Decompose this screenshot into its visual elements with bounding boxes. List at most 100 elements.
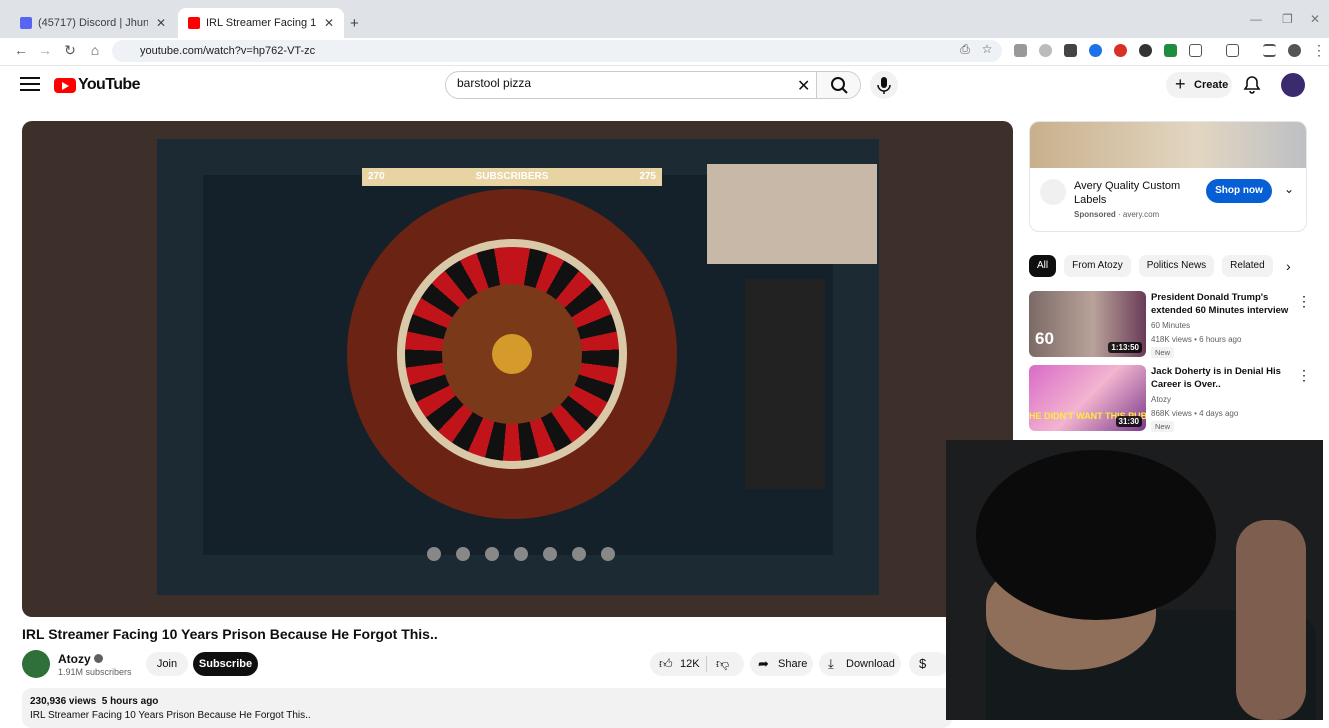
youtube-header: YouTube ✕ Create: [6, 66, 1323, 106]
chip-icon: [601, 547, 615, 561]
video-duration: 1:13:50: [1108, 342, 1142, 353]
overlay-person-hair: [976, 450, 1216, 620]
extension-icon[interactable]: [1114, 44, 1127, 57]
tab-discord[interactable]: (45717) Discord | Jhunter, R... ✕: [10, 8, 176, 38]
chip-politics-news[interactable]: Politics News: [1138, 255, 1215, 277]
chip-icon: [543, 547, 557, 561]
tab-label: (45717) Discord | Jhunter, R...: [38, 17, 148, 29]
tab-youtube[interactable]: IRL Streamer Facing 10 Years Pri... ✕: [178, 8, 345, 38]
roulette-hub: [492, 334, 532, 374]
description-box[interactable]: 230,936 views 5 hours ago IRL Streamer F…: [22, 688, 952, 728]
profile-avatar[interactable]: [1288, 44, 1301, 57]
create-button[interactable]: Create: [1166, 71, 1232, 98]
reload-icon[interactable]: ↻: [60, 42, 80, 59]
notifications-bell-icon[interactable]: [1242, 75, 1262, 95]
recommended-video[interactable]: 60 1:13:50 President Donald Trump's exte…: [1029, 291, 1319, 359]
overlay-person-arm: [1236, 520, 1306, 720]
restore-icon[interactable]: ❐: [1282, 12, 1293, 26]
minimize-icon[interactable]: —: [1250, 12, 1262, 26]
share-button[interactable]: ➦ Share: [750, 652, 813, 676]
chip-from-atozy[interactable]: From Atozy: [1064, 255, 1131, 277]
shield-icon[interactable]: [1139, 44, 1152, 57]
ad-title: Avery Quality Custom Labels: [1074, 180, 1181, 206]
back-icon[interactable]: ←: [11, 42, 31, 58]
video-player[interactable]: 270 SUBSCRIBERS 275: [22, 121, 1013, 617]
like-count[interactable]: 12K: [680, 652, 700, 676]
search-input[interactable]: [457, 76, 787, 90]
avery-logo: [1040, 179, 1066, 205]
home-icon[interactable]: ⌂: [85, 42, 105, 58]
download-button[interactable]: ⤓ Download: [819, 652, 901, 676]
voice-search-button[interactable]: [870, 71, 898, 99]
recommended-video[interactable]: HE DIDN'T WANT THIS PUBLIC 31:30 Jack Do…: [1029, 365, 1319, 433]
more-options-icon[interactable]: ⋮: [1297, 367, 1311, 384]
chip-icon: [485, 547, 499, 561]
url-text: youtube.com/watch?v=hp762-VT-zc: [140, 45, 316, 57]
video-stats: 418K views • 6 hours ago: [1151, 335, 1242, 344]
chip-all[interactable]: All: [1029, 255, 1057, 277]
subscriber-bar-label: SUBSCRIBERS: [475, 171, 549, 182]
forward-icon[interactable]: →: [35, 42, 55, 58]
sponsored-label: Sponsored: [1074, 210, 1116, 219]
bookmark-star-icon[interactable]: ☆: [977, 42, 997, 56]
chip-icon: [456, 547, 470, 561]
upload-age: 5 hours ago: [101, 696, 159, 707]
close-icon[interactable]: ✕: [156, 16, 166, 30]
more-options-icon[interactable]: ⋮: [1297, 293, 1311, 310]
verified-icon: [93, 654, 103, 663]
address-bar[interactable]: youtube.com/watch?v=hp762-VT-zc: [112, 40, 1002, 62]
streamer-webcam: [707, 164, 877, 264]
video-thumbnail[interactable]: 60 1:13:50: [1029, 291, 1146, 357]
close-icon[interactable]: ✕: [324, 16, 334, 30]
shop-now-button[interactable]: Shop now: [1206, 179, 1272, 203]
tab-label: IRL Streamer Facing 10 Years Pri...: [206, 17, 316, 29]
extension-icon[interactable]: [1014, 44, 1027, 57]
ad-sponsor-line: Sponsored · avery.com: [1074, 210, 1160, 219]
like-icon[interactable]: 👍︎: [659, 652, 673, 676]
extension-icon[interactable]: [1164, 44, 1177, 57]
install-icon[interactable]: ⎙: [955, 42, 975, 57]
extension-icon[interactable]: [1039, 44, 1052, 57]
hamburger-menu-icon[interactable]: [20, 77, 40, 95]
video-title: IRL Streamer Facing 10 Years Prison Beca…: [22, 626, 438, 642]
like-dislike-group: 👍︎ 12K 👎︎: [650, 652, 744, 676]
search-button[interactable]: [816, 72, 860, 98]
video-title-link[interactable]: President Donald Trump's extended 60 Min…: [1151, 291, 1291, 317]
side-panel-icon[interactable]: [1226, 44, 1239, 57]
youtube-play-icon: [54, 77, 76, 93]
extension-icon[interactable]: [1064, 44, 1077, 57]
search-box: ✕: [445, 71, 861, 99]
youtube-logo[interactable]: YouTube: [54, 76, 140, 94]
ad-domain: avery.com: [1122, 210, 1160, 219]
extension-icon[interactable]: [1089, 44, 1102, 57]
download-icon: ⤓: [828, 656, 834, 671]
clear-search-icon[interactable]: ✕: [797, 76, 810, 96]
chevron-down-icon[interactable]: ⌄: [1284, 182, 1294, 196]
video-thumbnail[interactable]: HE DIDN'T WANT THIS PUBLIC 31:30: [1029, 365, 1146, 431]
sponsored-ad-card[interactable]: Avery Quality Custom Labels Sponsored · …: [1029, 121, 1307, 232]
chip-icon: [427, 547, 441, 561]
media-icon[interactable]: [1263, 44, 1276, 57]
share-label: Share: [778, 658, 808, 670]
new-tab-button[interactable]: +: [340, 8, 369, 38]
kebab-menu-icon[interactable]: ⋮: [1309, 42, 1329, 59]
thanks-button[interactable]: $: [909, 652, 949, 676]
channel-name: Atozy: [58, 652, 91, 666]
channel-name-link[interactable]: Atozy: [58, 652, 103, 666]
subscriber-count: 1.91M subscribers: [58, 667, 132, 677]
chip-related[interactable]: Related: [1222, 255, 1273, 277]
close-window-icon[interactable]: ✕: [1310, 12, 1320, 26]
channel-name: 60 Minutes: [1151, 321, 1191, 330]
channel-avatar[interactable]: [22, 650, 50, 678]
sub-count-right: 275: [639, 171, 656, 182]
account-avatar[interactable]: [1281, 73, 1305, 97]
divider: [706, 656, 707, 672]
subscribe-button[interactable]: Subscribe: [193, 652, 258, 676]
channel-name: Atozy: [1151, 395, 1172, 404]
dislike-icon[interactable]: 👎︎: [716, 652, 729, 676]
join-button[interactable]: Join: [146, 652, 188, 676]
video-title-link[interactable]: Jack Doherty is in Denial His Career is …: [1151, 365, 1291, 391]
puzzle-icon[interactable]: [1189, 44, 1202, 57]
download-label: Download: [846, 658, 895, 670]
chevron-right-icon[interactable]: ›: [1286, 258, 1291, 274]
